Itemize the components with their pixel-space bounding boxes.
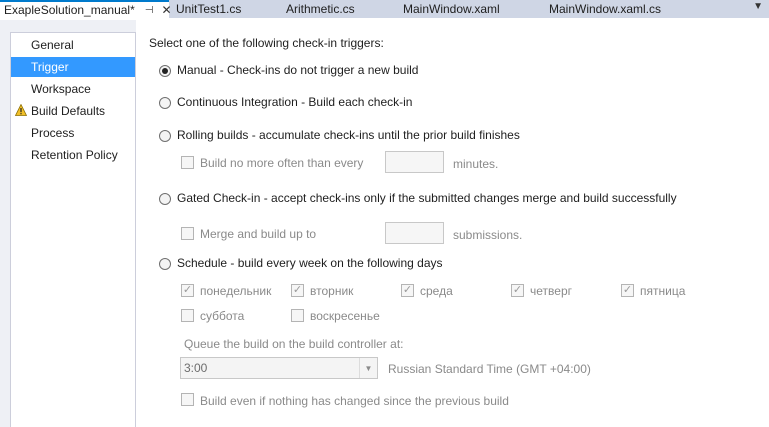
gated-merge-checkbox[interactable] — [181, 227, 194, 240]
rolling-label[interactable]: Rolling builds - accumulate check-ins un… — [177, 128, 520, 142]
tab-label: MainWindow.xaml — [403, 2, 500, 16]
rolling-radio[interactable] — [159, 130, 171, 142]
queue-time-label: Queue the build on the build controller … — [184, 337, 404, 351]
tab-mainwindow-xaml-cs[interactable]: MainWindow.xaml.cs — [549, 0, 661, 18]
pin-icon[interactable]: ⊣ — [145, 5, 154, 16]
gated-submissions-unit: submissions. — [453, 228, 523, 242]
trigger-settings-panel: Select one of the following check-in tri… — [137, 20, 769, 427]
day-label: среда — [420, 284, 453, 298]
nav-item-label: Build Defaults — [31, 104, 106, 118]
trigger-heading: Select one of the following check-in tri… — [149, 36, 384, 50]
time-select[interactable]: 3:00 ▼ — [180, 357, 378, 379]
close-icon[interactable]: ✕ — [161, 3, 171, 17]
rolling-minutes-input[interactable] — [385, 151, 444, 173]
time-select-value: 3:00 — [184, 361, 208, 375]
chevron-down-icon[interactable]: ▼ — [359, 358, 377, 378]
rolling-minutes-unit: minutes. — [453, 157, 499, 171]
day-checkbox-tuesday[interactable]: ✓ — [291, 284, 304, 297]
tab-label: MainWindow.xaml.cs — [549, 2, 662, 16]
nav-item-retention-policy[interactable]: Retention Policy — [11, 145, 135, 165]
tab-unittest1[interactable]: UnitTest1.cs — [176, 0, 241, 18]
nav-item-general[interactable]: General — [11, 35, 135, 55]
ci-radio[interactable] — [159, 97, 171, 109]
tab-mainwindow-xaml[interactable]: MainWindow.xaml — [403, 0, 500, 18]
tab-label: UnitTest1.cs — [176, 2, 242, 16]
build-even-checkbox[interactable] — [181, 393, 194, 406]
day-label: пятница — [640, 284, 686, 298]
day-checkbox-saturday[interactable] — [181, 309, 194, 322]
nav-item-process[interactable]: Process — [11, 123, 135, 143]
tab-exaplesolution-manual[interactable]: ExapleSolution_manual* ⊣ ✕ — [0, 0, 172, 18]
manual-label[interactable]: Manual - Check-ins do not trigger a new … — [177, 63, 418, 77]
day-label: понедельник — [200, 284, 272, 298]
gated-submissions-input[interactable] — [385, 222, 444, 244]
warning-icon — [15, 104, 27, 116]
day-checkbox-wednesday[interactable]: ✓ — [401, 284, 414, 297]
tab-arithmetic[interactable]: Arithmetic.cs — [286, 0, 355, 18]
day-label: четверг — [530, 284, 572, 298]
day-label: вторник — [310, 284, 354, 298]
nav-item-label: Process — [31, 126, 75, 140]
day-checkbox-sunday[interactable] — [291, 309, 304, 322]
gated-radio[interactable] — [159, 193, 171, 205]
day-label: суббота — [200, 309, 245, 323]
tab-label: ExapleSolution_manual* — [4, 3, 135, 17]
schedule-label[interactable]: Schedule - build every week on the follo… — [177, 256, 443, 270]
nav-item-label: Workspace — [31, 82, 91, 96]
day-checkbox-monday[interactable]: ✓ — [181, 284, 194, 297]
day-checkbox-thursday[interactable]: ✓ — [511, 284, 524, 297]
left-panel: General Trigger Workspace Build Defaults… — [0, 20, 136, 427]
tab-label: Arithmetic.cs — [286, 2, 355, 16]
nav-item-trigger[interactable]: Trigger — [11, 57, 135, 77]
document-tab-strip: ExapleSolution_manual* ⊣ ✕ UnitTest1.cs … — [0, 0, 769, 18]
schedule-radio[interactable] — [159, 258, 171, 270]
rolling-limit-checkbox[interactable] — [181, 156, 194, 169]
timezone-label: Russian Standard Time (GMT +04:00) — [388, 362, 591, 376]
ci-label[interactable]: Continuous Integration - Build each chec… — [177, 95, 412, 109]
day-checkbox-friday[interactable]: ✓ — [621, 284, 634, 297]
gated-label[interactable]: Gated Check-in - accept check-ins only i… — [177, 191, 677, 205]
nav-item-label: Retention Policy — [31, 148, 118, 162]
manual-radio[interactable] — [159, 65, 171, 77]
nav-item-build-defaults[interactable]: Build Defaults — [11, 101, 135, 121]
day-label: воскресенье — [310, 309, 380, 323]
nav-item-label: General — [31, 38, 74, 52]
nav-item-workspace[interactable]: Workspace — [11, 79, 135, 99]
build-even-label: Build even if nothing has changed since … — [200, 394, 509, 408]
gated-merge-label: Merge and build up to — [200, 227, 317, 241]
nav-item-label: Trigger — [31, 60, 69, 74]
dropdown-icon[interactable]: ▼ — [753, 1, 763, 12]
rolling-limit-label: Build no more often than every — [200, 156, 364, 170]
settings-nav: General Trigger Workspace Build Defaults… — [10, 32, 136, 427]
